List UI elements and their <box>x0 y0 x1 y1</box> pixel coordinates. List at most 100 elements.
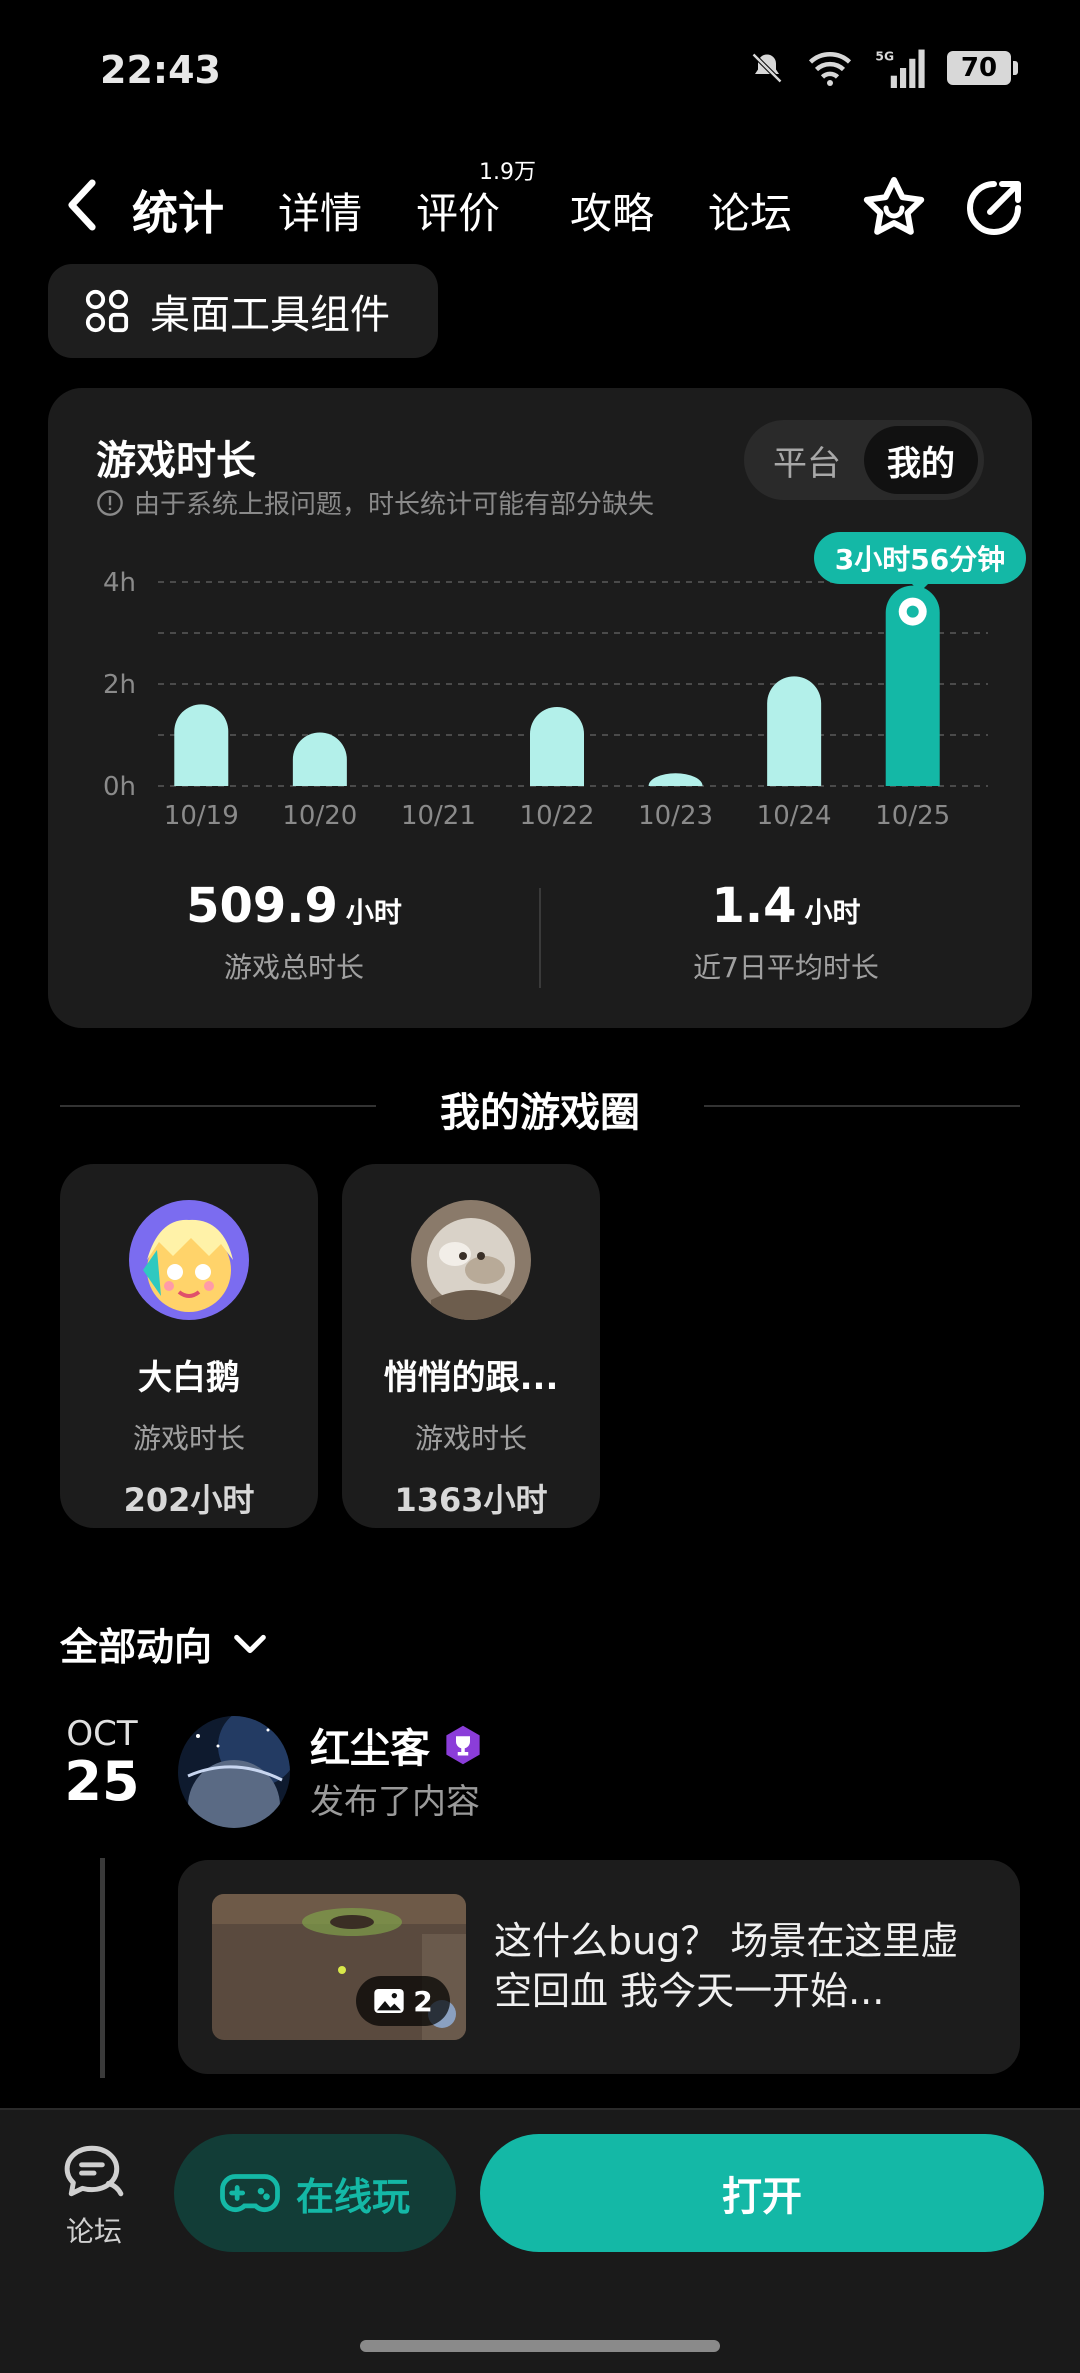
forum-button[interactable]: 论坛 <box>44 2142 144 2250</box>
chart-bar[interactable] <box>292 732 347 786</box>
play-online-button[interactable]: 在线玩 <box>174 2134 456 2252</box>
favorite-button[interactable] <box>858 172 930 244</box>
mute-bell-icon <box>751 52 783 84</box>
trophy-badge-icon <box>446 1725 480 1765</box>
chart-bar[interactable] <box>648 773 703 786</box>
x-tick-label: 10/23 <box>638 801 713 831</box>
post-author-name: 红尘客 <box>310 1726 430 1772</box>
x-tick-label: 10/24 <box>757 801 832 831</box>
avatar <box>129 1200 249 1320</box>
post-action-text: 发布了内容 <box>310 1782 480 1822</box>
chart-highlight-marker-dot <box>906 605 919 618</box>
friend-card[interactable]: 悄悄的跟... 游戏时长 1363小时 <box>342 1164 600 1528</box>
y-tick-label: 0h <box>103 772 136 802</box>
y-tick-label: 4h <box>103 568 136 598</box>
x-tick-label: 10/19 <box>164 801 239 831</box>
info-icon <box>97 489 123 516</box>
tab-bar: 统计 详情 评价 1.9万 攻略 论坛 <box>126 150 846 270</box>
friend-playtime-label: 游戏时长 <box>414 1422 527 1455</box>
tab-guides[interactable]: 攻略 <box>570 150 654 270</box>
chart-bar[interactable] <box>767 676 822 786</box>
avatar[interactable] <box>178 1716 290 1828</box>
average-playtime: 1.4 小时 近7日平均时长 <box>540 878 1032 1008</box>
chevron-down-icon <box>234 1634 266 1653</box>
post-date-month: OCT <box>66 1714 138 1754</box>
chart-tooltip: 3小时56分钟 <box>814 532 1026 584</box>
svg-text:5G: 5G <box>875 49 894 63</box>
friend-list: 大白鹅 游戏时长 202小时 悄悄的跟... 游戏时长 1363小时 <box>60 1164 600 1528</box>
post-card[interactable]: 2 这什么bug？ 场景在这里虚空回血 我今天一开始... <box>178 1860 1020 2074</box>
toggle-platform[interactable]: 平台 <box>750 426 864 494</box>
average-playtime-value: 1.4 <box>711 878 797 934</box>
tab-forum-label: 论坛 <box>708 188 793 238</box>
tab-details[interactable]: 详情 <box>278 150 362 270</box>
friend-name: 大白鹅 <box>138 1358 240 1398</box>
timeline-line <box>100 1858 105 2078</box>
avatar <box>411 1200 531 1320</box>
friend-playtime-label: 游戏时长 <box>132 1422 245 1455</box>
image-icon <box>374 1989 404 2013</box>
tab-guides-label: 攻略 <box>570 188 655 238</box>
chart-bar[interactable] <box>530 706 584 786</box>
desktop-widget-label: 桌面工具组件 <box>150 292 390 338</box>
wifi-icon <box>808 52 852 86</box>
playtime-note-text: 由于系统上报问题，时长统计可能有部分缺失 <box>134 490 655 520</box>
back-button[interactable] <box>52 170 112 240</box>
post-date-day: 25 <box>64 1750 140 1813</box>
game-circle-title: 我的游戏圈 <box>440 1090 640 1136</box>
total-playtime-value: 509.9 <box>186 878 338 934</box>
image-count-badge: 2 <box>356 1976 450 2026</box>
post-author[interactable]: 红尘客 <box>310 1716 484 1774</box>
battery-icon: 70 <box>947 51 1018 85</box>
tab-reviews[interactable]: 评价 1.9万 <box>416 150 536 270</box>
play-online-label: 在线玩 <box>295 2174 410 2219</box>
playtime-title: 游戏时长 <box>96 438 256 484</box>
section-divider-right <box>704 1105 1020 1107</box>
top-nav: 统计 详情 评价 1.9万 攻略 论坛 <box>0 150 1080 270</box>
friend-playtime-hours: 202小时 <box>123 1481 255 1519</box>
x-tick-label: 10/21 <box>401 801 476 831</box>
status-icons: 5G 70 <box>749 48 1018 88</box>
image-count-value: 2 <box>413 1984 433 2018</box>
playtime-card: 游戏时长 由于系统上报问题，时长统计可能有部分缺失 平台 我的 0h 2h 4h 10… <box>48 388 1032 1028</box>
desktop-widget-button[interactable]: 桌面工具组件 <box>48 264 438 358</box>
x-tick-label: 10/25 <box>875 801 950 831</box>
home-indicator[interactable] <box>360 2340 720 2352</box>
friend-playtime-hours: 1363小时 <box>394 1481 548 1519</box>
playtime-stats: 509.9 小时 游戏总时长 1.4 小时 近7日平均时长 <box>48 878 1032 1008</box>
total-playtime: 509.9 小时 游戏总时长 <box>48 878 540 1008</box>
bottom-action-bar: 论坛 在线玩 打开 <box>0 2108 1080 2373</box>
playtime-note: 由于系统上报问题，时长统计可能有部分缺失 <box>96 484 654 521</box>
forum-chat-icon <box>64 2145 124 2197</box>
signal-icon: 5G <box>875 49 925 88</box>
tab-stats[interactable]: 统计 <box>126 150 230 270</box>
feed-filter-label: 全部动向 <box>60 1625 213 1669</box>
post-thumbnail[interactable]: 2 <box>212 1894 466 2040</box>
total-playtime-label: 游戏总时长 <box>223 951 364 984</box>
open-game-label: 打开 <box>722 2174 802 2220</box>
open-game-button[interactable]: 打开 <box>480 2134 1044 2252</box>
share-button[interactable] <box>958 172 1030 244</box>
tab-forum[interactable]: 论坛 <box>708 150 792 270</box>
feed-filter-dropdown[interactable]: 全部动向 <box>60 1616 270 1671</box>
chart-bar[interactable] <box>174 704 229 786</box>
game-circle-header: 我的游戏圈 <box>0 1076 1080 1136</box>
y-tick-label: 2h <box>103 670 136 700</box>
chart-tooltip-arrow <box>910 582 930 592</box>
tab-reviews-label: 评价 <box>416 188 501 238</box>
friend-card[interactable]: 大白鹅 游戏时长 202小时 <box>60 1164 318 1528</box>
stats-divider <box>539 888 541 988</box>
x-tick-label: 10/20 <box>282 801 357 831</box>
average-playtime-label: 近7日平均时长 <box>693 951 879 984</box>
star-icon <box>863 177 925 235</box>
share-icon <box>967 181 1021 235</box>
battery-level: 70 <box>947 51 1011 85</box>
status-time: 22:43 <box>100 48 221 92</box>
gamepad-icon <box>220 2174 280 2213</box>
playtime-toggle: 平台 我的 <box>744 420 984 500</box>
back-arrow-icon <box>68 179 96 231</box>
tab-stats-label: 统计 <box>132 186 224 240</box>
tab-details-label: 详情 <box>278 188 363 238</box>
average-playtime-unit: 小时 <box>804 896 861 929</box>
toggle-mine[interactable]: 我的 <box>864 426 978 494</box>
